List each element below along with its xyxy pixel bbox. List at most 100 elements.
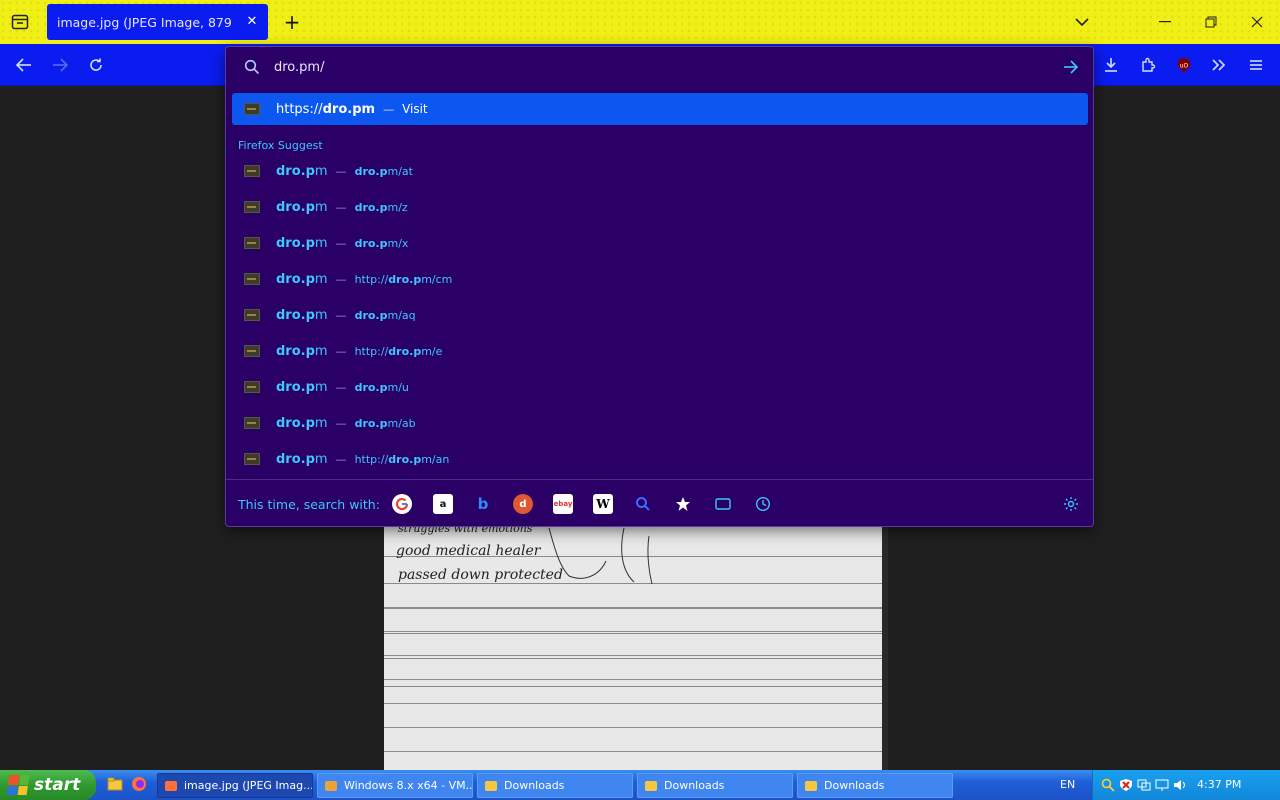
taskbar-window-label: Downloads [824, 779, 885, 792]
site-favicon-icon [244, 273, 260, 285]
security-shield-icon[interactable] [1118, 777, 1134, 793]
suggestion-separator: — [335, 200, 347, 214]
suggestion-row[interactable]: dro.p m — dro.pm/x [232, 227, 1088, 259]
suggestion-separator: — [335, 308, 347, 322]
firefox-quicklaunch-icon[interactable] [130, 775, 148, 793]
taskbar-clock[interactable]: 4:37 PM [1197, 778, 1241, 791]
tabs-icon[interactable] [713, 494, 733, 514]
search-tray-icon[interactable] [1100, 777, 1116, 793]
network-tray-icon[interactable] [1136, 777, 1152, 793]
taskbar-window-button[interactable]: Downloads [477, 773, 633, 798]
suggestion-url-rest: m/z [387, 200, 408, 214]
taskbar-window-button[interactable]: Downloads [637, 773, 793, 798]
handwriting-line: passed down protected [398, 567, 563, 583]
reload-button[interactable] [84, 53, 108, 77]
result-action-label: Visit [402, 102, 428, 116]
search-icon [242, 57, 262, 77]
suggestion-url-match: dro.p [354, 164, 388, 178]
go-button[interactable] [1059, 55, 1083, 79]
wikipedia-icon[interactable]: W [593, 494, 613, 514]
minimize-window-button[interactable] [1155, 12, 1175, 32]
suggestion-url-rest: m/x [387, 236, 409, 250]
bookmarks-icon[interactable] [673, 494, 693, 514]
site-favicon-icon [244, 165, 260, 177]
suggestion-separator: — [335, 164, 347, 178]
close-window-button[interactable] [1247, 12, 1267, 32]
reload-icon [90, 58, 102, 71]
app-menu-button[interactable] [1244, 53, 1268, 77]
suggestion-row[interactable]: dro.p m — dro.pm/aq [232, 299, 1088, 331]
suggestion-separator: — [335, 236, 347, 250]
new-tab-button[interactable]: + [280, 10, 304, 34]
suggestion-row[interactable]: dro.p m — http://dro.pm/e [232, 335, 1088, 367]
suggestion-url-prefix: http:// [354, 452, 389, 466]
volume-icon[interactable] [1172, 777, 1188, 793]
site-favicon-icon [244, 345, 260, 357]
list-all-tabs-button[interactable] [8, 10, 32, 34]
file-explorer-icon[interactable] [106, 775, 124, 793]
suggestion-title-rest: m [314, 379, 328, 395]
suggestion-url-rest: m/u [387, 380, 409, 394]
suggestion-row[interactable]: dro.p m — dro.pm/z [232, 191, 1088, 223]
more-tools-button[interactable] [1207, 53, 1231, 77]
search-settings-gear-icon[interactable] [1061, 494, 1081, 514]
forward-button[interactable] [48, 53, 72, 77]
svg-text:uO: uO [1180, 63, 1189, 70]
suggestion-url-rest: m/an [421, 452, 450, 466]
suggestion-row[interactable]: dro.p m — dro.pm/u [232, 371, 1088, 403]
back-arrow-icon [16, 58, 31, 72]
suggestion-url: dro.pm/u [355, 381, 409, 394]
suggestion-url: dro.pm/aq [355, 309, 416, 322]
site-favicon-icon [244, 309, 260, 321]
group-label: Firefox Suggest [238, 139, 323, 152]
browser-tab-active[interactable]: image.jpg (JPEG Image, 879 × 1173 ✕ [47, 4, 268, 40]
google-icon[interactable] [392, 494, 412, 514]
taskbar-window-button[interactable]: image.jpg (JPEG Imag... [157, 773, 313, 798]
tab-overflow-chevron-icon[interactable] [1072, 12, 1092, 32]
suggestion-url-rest: m/aq [387, 308, 416, 322]
download-icon [1105, 58, 1117, 72]
tab-strip: image.jpg (JPEG Image, 879 × 1173 ✕ + [0, 0, 1280, 44]
monitor-tray-icon[interactable] [1154, 777, 1170, 793]
search-engine-icon[interactable] [633, 494, 653, 514]
suggestion-title-match: dro.p [276, 235, 315, 251]
language-indicator[interactable]: EN [1060, 778, 1075, 791]
suggestion-row[interactable]: dro.p m — http://dro.pm/cm [232, 263, 1088, 295]
duckduckgo-icon[interactable]: d [513, 494, 533, 514]
suggestion-url-match: dro.p [354, 200, 388, 214]
start-button[interactable]: start [0, 770, 96, 800]
back-button[interactable] [12, 53, 36, 77]
window-app-icon [325, 780, 337, 791]
one-off-search-bar: This time, search with: a b d ebay W [226, 479, 1093, 527]
tab-list-icon [11, 14, 29, 30]
history-icon[interactable] [753, 494, 773, 514]
suggestion-url-match: dro.p [354, 380, 388, 394]
close-tab-icon[interactable]: ✕ [244, 13, 260, 29]
hamburger-menu-icon [1250, 60, 1262, 70]
taskbar-window-label: Downloads [504, 779, 565, 792]
taskbar-window-button[interactable]: Windows 8.x x64 - VM... [317, 773, 473, 798]
suggestion-separator: — [335, 272, 347, 286]
top-result-visit[interactable]: https://dro.pm — Visit [232, 93, 1088, 125]
amazon-icon[interactable]: a [433, 494, 453, 514]
suggestion-title-match: dro.p [276, 379, 315, 395]
suggestion-separator: — [335, 416, 347, 430]
ublock-origin-button[interactable]: uO [1172, 53, 1196, 77]
go-arrow-icon [1064, 60, 1079, 74]
site-favicon-icon [244, 201, 260, 213]
site-favicon-icon [244, 237, 260, 249]
restore-window-button[interactable] [1201, 12, 1221, 32]
taskbar-window-button[interactable]: Downloads [797, 773, 953, 798]
suggestion-title-match: dro.p [276, 451, 315, 467]
puzzle-icon [1142, 57, 1156, 72]
suggestion-row[interactable]: dro.p m — dro.pm/ab [232, 407, 1088, 439]
address-input[interactable] [274, 55, 1034, 79]
ebay-icon[interactable]: ebay [553, 494, 573, 514]
bing-icon[interactable]: b [473, 494, 493, 514]
extensions-button[interactable] [1136, 53, 1160, 77]
suggestion-row[interactable]: dro.p m — http://dro.pm/an [232, 443, 1088, 475]
suggestion-row[interactable]: dro.p m — dro.pm/at [232, 155, 1088, 187]
downloads-button[interactable] [1099, 53, 1123, 77]
address-bar-popup: https://dro.pm — Visit Firefox Suggest d… [225, 46, 1094, 527]
suggestion-title-match: dro.p [276, 415, 315, 431]
